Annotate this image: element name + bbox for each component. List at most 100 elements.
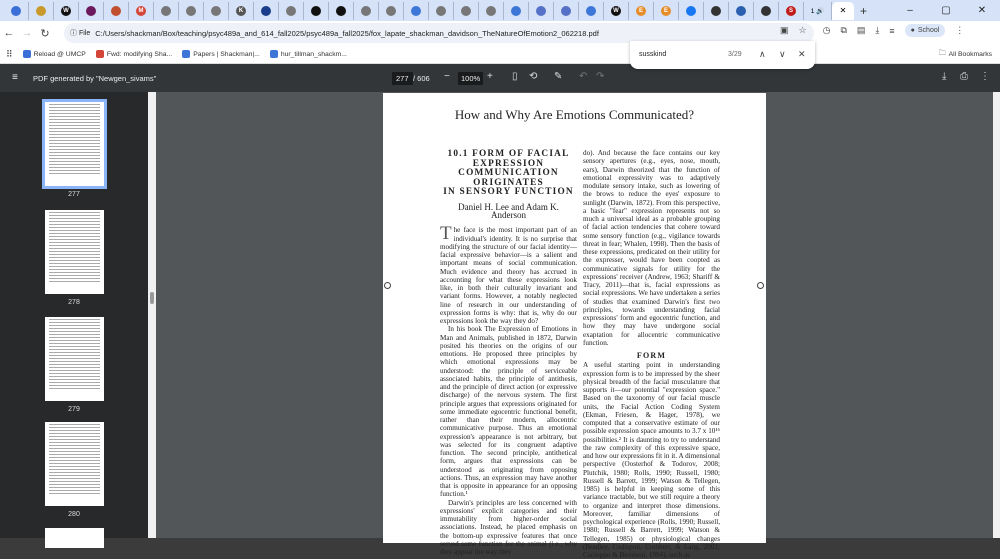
- apps-icon[interactable]: ⠿: [6, 49, 13, 60]
- page-thumbnail[interactable]: [45, 317, 104, 401]
- browser-tab[interactable]: [329, 1, 354, 20]
- pdf-page: How and Why Are Emotions Communicated? 1…: [383, 93, 766, 559]
- close-window-button[interactable]: ✕: [964, 5, 1000, 16]
- more-options-icon[interactable]: ⋮: [980, 71, 990, 82]
- browser-tab[interactable]: [204, 1, 229, 20]
- viewer-scrollbar[interactable]: [993, 92, 1000, 538]
- bookmark-item[interactable]: Fwd: modifying Sha...: [95, 50, 172, 58]
- annotate-icon[interactable]: ✎: [554, 71, 562, 82]
- paragraph: A useful starting point in understanding…: [583, 361, 720, 559]
- sidebar-scrollbar[interactable]: [148, 92, 156, 538]
- browser-tab[interactable]: [104, 1, 129, 20]
- download-pdf-icon[interactable]: ⤓: [942, 71, 946, 82]
- profile-button[interactable]: ● School: [904, 24, 946, 37]
- browser-tab[interactable]: [579, 1, 604, 20]
- browser-tab[interactable]: [729, 1, 754, 20]
- find-previous-button[interactable]: ∧: [759, 49, 766, 60]
- browser-tab[interactable]: [79, 1, 104, 20]
- browser-tab[interactable]: [679, 1, 704, 20]
- browser-tab[interactable]: [554, 1, 579, 20]
- page-thumbnail[interactable]: [42, 99, 107, 189]
- thumbnail-page-number: 278: [68, 299, 80, 306]
- browser-tab[interactable]: [479, 1, 504, 20]
- minimize-button[interactable]: –: [892, 5, 928, 16]
- forward-button[interactable]: →: [18, 27, 36, 39]
- sidebar-menu-icon[interactable]: ≡: [12, 72, 18, 83]
- tab-strip: W M K W E E S 1 🔊 ✕ +: [0, 0, 1000, 21]
- zoom-out-button[interactable]: −: [444, 71, 450, 82]
- reload-button[interactable]: ↻: [36, 27, 54, 40]
- rotate-icon[interactable]: ⟲: [529, 71, 537, 82]
- browser-tab[interactable]: [704, 1, 729, 20]
- globe-favicon-icon: [186, 5, 196, 16]
- globe-favicon-icon: [261, 5, 271, 16]
- paragraph: Darwin's principles are less concerned w…: [440, 499, 577, 557]
- find-input[interactable]: susskind: [639, 51, 666, 58]
- browser-tab[interactable]: S: [779, 1, 804, 20]
- browser-tab[interactable]: [379, 1, 404, 20]
- page-thumbnail[interactable]: [45, 210, 104, 294]
- page-thumbnail[interactable]: [45, 528, 104, 548]
- close-tab-icon[interactable]: ✕: [840, 6, 847, 15]
- browser-tab[interactable]: [429, 1, 454, 20]
- bookmark-item[interactable]: Reload @ UMCP: [22, 50, 86, 58]
- redo-icon[interactable]: ↷: [596, 71, 604, 82]
- browser-tab[interactable]: [304, 1, 329, 20]
- browser-tab[interactable]: [754, 1, 779, 20]
- find-bar: susskind 3/29 ∧ ∨ ✕: [630, 41, 815, 69]
- browser-tab[interactable]: K: [229, 1, 254, 20]
- sidepanel-icon[interactable]: ▤: [857, 25, 866, 36]
- site-info-icon[interactable]: ⓘ File: [70, 28, 95, 38]
- doc-favicon-icon: [411, 5, 421, 16]
- page-number-input[interactable]: 277: [392, 72, 413, 85]
- fit-page-icon[interactable]: ▯: [512, 71, 518, 82]
- reader-icon[interactable]: ▣: [780, 25, 789, 36]
- browser-tab[interactable]: [279, 1, 304, 20]
- browser-tab[interactable]: [154, 1, 179, 20]
- all-bookmarks-button[interactable]: 🗀 All Bookmarks: [939, 49, 992, 60]
- bookmark-item[interactable]: Papers | Shackman|...: [182, 50, 260, 58]
- scheme-label: File: [78, 30, 91, 37]
- browser-tab[interactable]: W: [54, 1, 79, 20]
- media-icon[interactable]: ≡: [889, 26, 894, 36]
- browser-tab[interactable]: [529, 1, 554, 20]
- browser-tab[interactable]: [404, 1, 429, 20]
- active-tab[interactable]: ✕: [832, 1, 854, 20]
- download-icon[interactable]: ⤓: [875, 25, 879, 36]
- browser-tab[interactable]: [4, 1, 29, 20]
- browser-tab[interactable]: E: [629, 1, 654, 20]
- paragraph: The face is the most important part of a…: [440, 224, 577, 325]
- extensions-icon[interactable]: ⧉: [840, 25, 846, 36]
- page-thumbnail[interactable]: [45, 422, 104, 506]
- browser-tab[interactable]: [254, 1, 279, 20]
- browser-tab[interactable]: M: [129, 1, 154, 20]
- browser-tab[interactable]: E: [654, 1, 679, 20]
- gmail-favicon-icon: M: [136, 5, 146, 16]
- paragraph-text: In his book The Expression of Emotions i…: [440, 325, 577, 499]
- bookmark-item[interactable]: hur_tillman_shackm...: [269, 50, 347, 58]
- maximize-button[interactable]: ▢: [928, 5, 964, 16]
- browser-tab[interactable]: [354, 1, 379, 20]
- page-resize-handle-left[interactable]: [384, 282, 391, 289]
- find-next-button[interactable]: ∨: [779, 49, 786, 60]
- browser-tab[interactable]: [504, 1, 529, 20]
- browser-tab[interactable]: [179, 1, 204, 20]
- zoom-in-button[interactable]: +: [487, 71, 493, 82]
- browser-tab[interactable]: [29, 1, 54, 20]
- print-icon[interactable]: ⎙: [960, 71, 968, 82]
- undo-icon[interactable]: ↶: [579, 71, 587, 82]
- page-resize-handle-right[interactable]: [757, 282, 764, 289]
- audio-tab[interactable]: 1 🔊: [804, 1, 832, 20]
- back-button[interactable]: ←: [0, 27, 18, 39]
- browser-tab[interactable]: W: [604, 1, 629, 20]
- paragraph: do). And because the face contains our k…: [583, 149, 720, 347]
- zoom-input[interactable]: 100%: [458, 72, 484, 85]
- history-icon[interactable]: ◷: [823, 25, 831, 36]
- find-close-button[interactable]: ✕: [798, 49, 806, 60]
- browser-tab[interactable]: [454, 1, 479, 20]
- bookmark-star-icon[interactable]: ☆: [799, 25, 807, 36]
- new-tab-button[interactable]: +: [860, 4, 867, 18]
- circle-favicon-icon: [111, 5, 121, 16]
- address-bar[interactable]: ⓘ File C:/Users/shackman/Box/teaching/ps…: [64, 23, 814, 43]
- menu-icon[interactable]: ⋮: [955, 25, 964, 36]
